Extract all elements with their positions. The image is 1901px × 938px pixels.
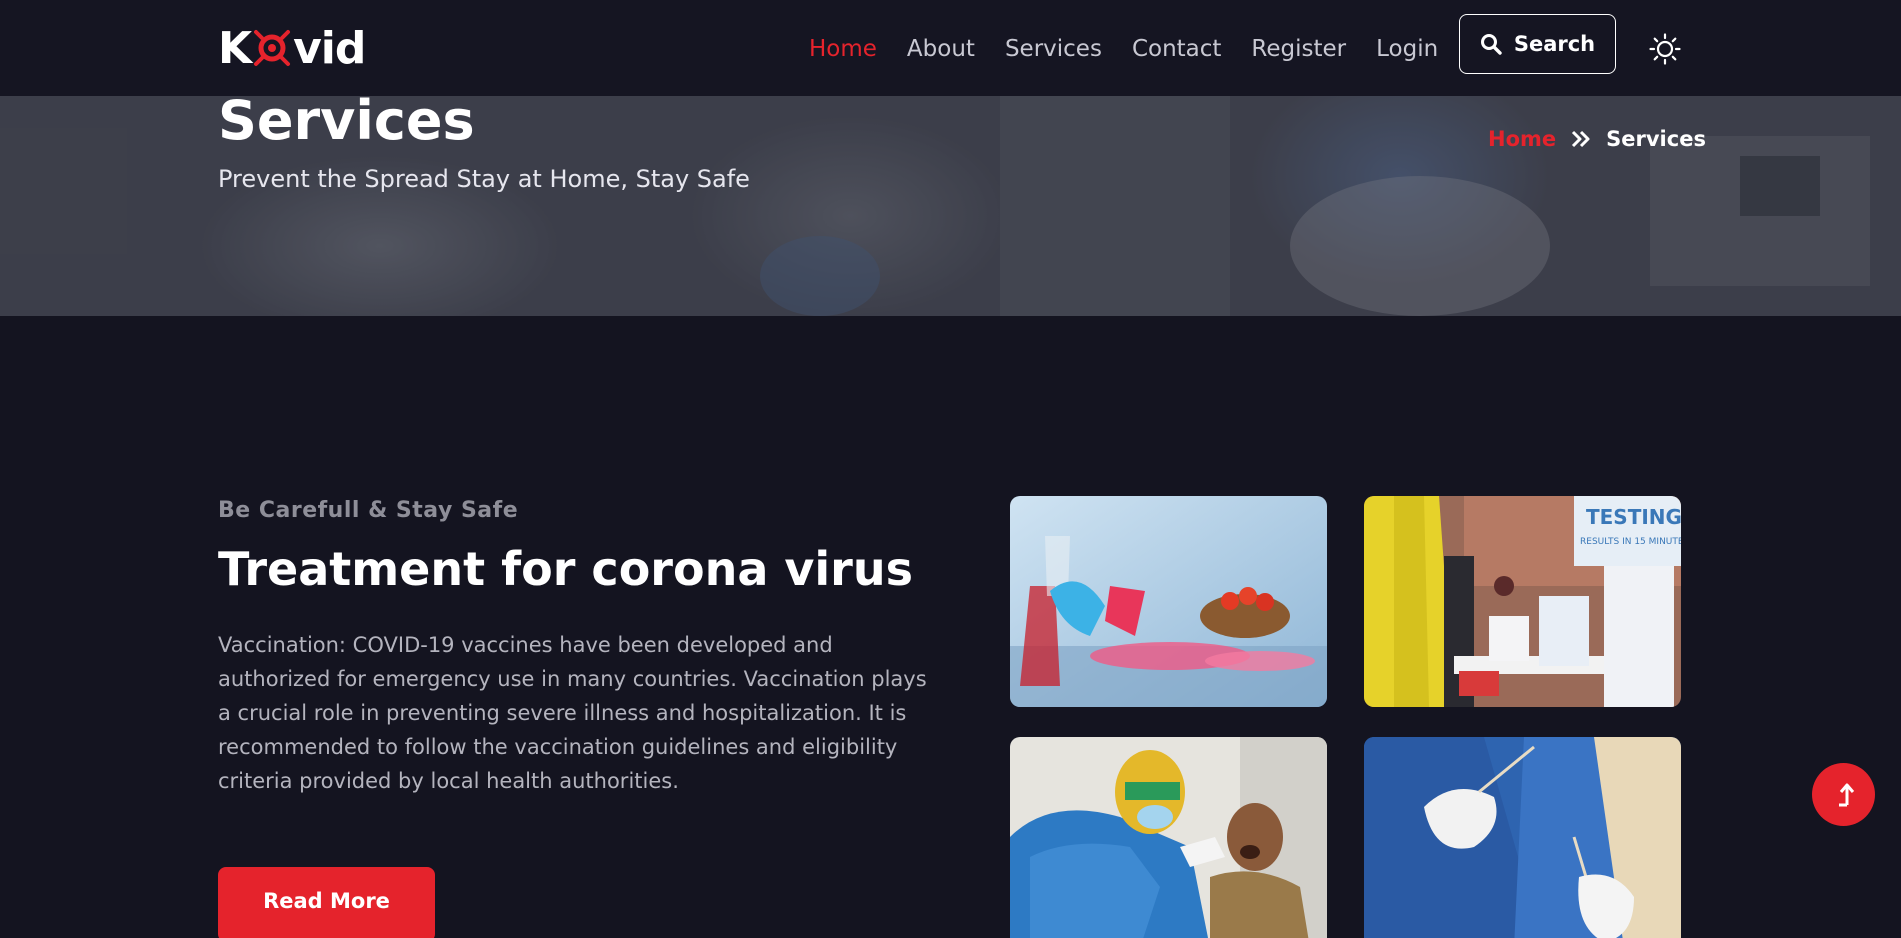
testing-sign-subtext: RESULTS IN 15 MINUTES xyxy=(1580,537,1681,547)
virus-icon xyxy=(252,28,292,68)
ppe-swab-photo xyxy=(1364,737,1681,938)
section-title: Treatment for corona virus xyxy=(218,542,913,596)
arrow-up-icon xyxy=(1838,783,1854,806)
swab-test-photo xyxy=(1010,737,1327,938)
nav-register[interactable]: Register xyxy=(1251,34,1346,64)
page-title: Services xyxy=(218,89,475,152)
scroll-to-top-button[interactable] xyxy=(1812,763,1875,826)
search-label: Search xyxy=(1513,32,1596,56)
breadcrumb: Home Services xyxy=(1488,127,1706,151)
sun-icon xyxy=(1649,33,1681,65)
nav-services[interactable]: Services xyxy=(1005,34,1102,64)
double-chevron-right-icon xyxy=(1572,130,1590,148)
section-eyebrow: Be Carefull & Stay Safe xyxy=(218,498,519,523)
logo-text-left: K xyxy=(218,22,252,74)
read-more-button[interactable]: Read More xyxy=(218,867,435,938)
section-body-text: Vaccination: COVID-19 vaccines have been… xyxy=(218,633,927,793)
theme-toggle-button[interactable] xyxy=(1649,33,1681,65)
breadcrumb-home-link[interactable]: Home xyxy=(1488,127,1556,151)
nav-login[interactable]: Login xyxy=(1376,34,1438,64)
search-button[interactable]: Search xyxy=(1459,14,1616,74)
search-icon xyxy=(1480,34,1502,55)
testing-sign-text: TESTING xyxy=(1586,505,1681,529)
nav-about[interactable]: About xyxy=(907,34,975,64)
lab-samples-photo xyxy=(1010,496,1327,707)
site-logo[interactable]: K vid xyxy=(218,22,366,74)
navbar: K vid Home About Services Contact Regist… xyxy=(0,0,1901,96)
testing-site-photo: TESTING RESULTS IN 15 MINUTES xyxy=(1364,496,1681,707)
logo-text-right: vid xyxy=(293,22,366,74)
breadcrumb-current: Services xyxy=(1606,127,1706,151)
nav-home[interactable]: Home xyxy=(809,34,877,64)
page-subtitle: Prevent the Spread Stay at Home, Stay Sa… xyxy=(218,165,750,193)
nav-contact[interactable]: Contact xyxy=(1132,34,1221,64)
main-nav: Home About Services Contact Register Log… xyxy=(809,34,1468,64)
